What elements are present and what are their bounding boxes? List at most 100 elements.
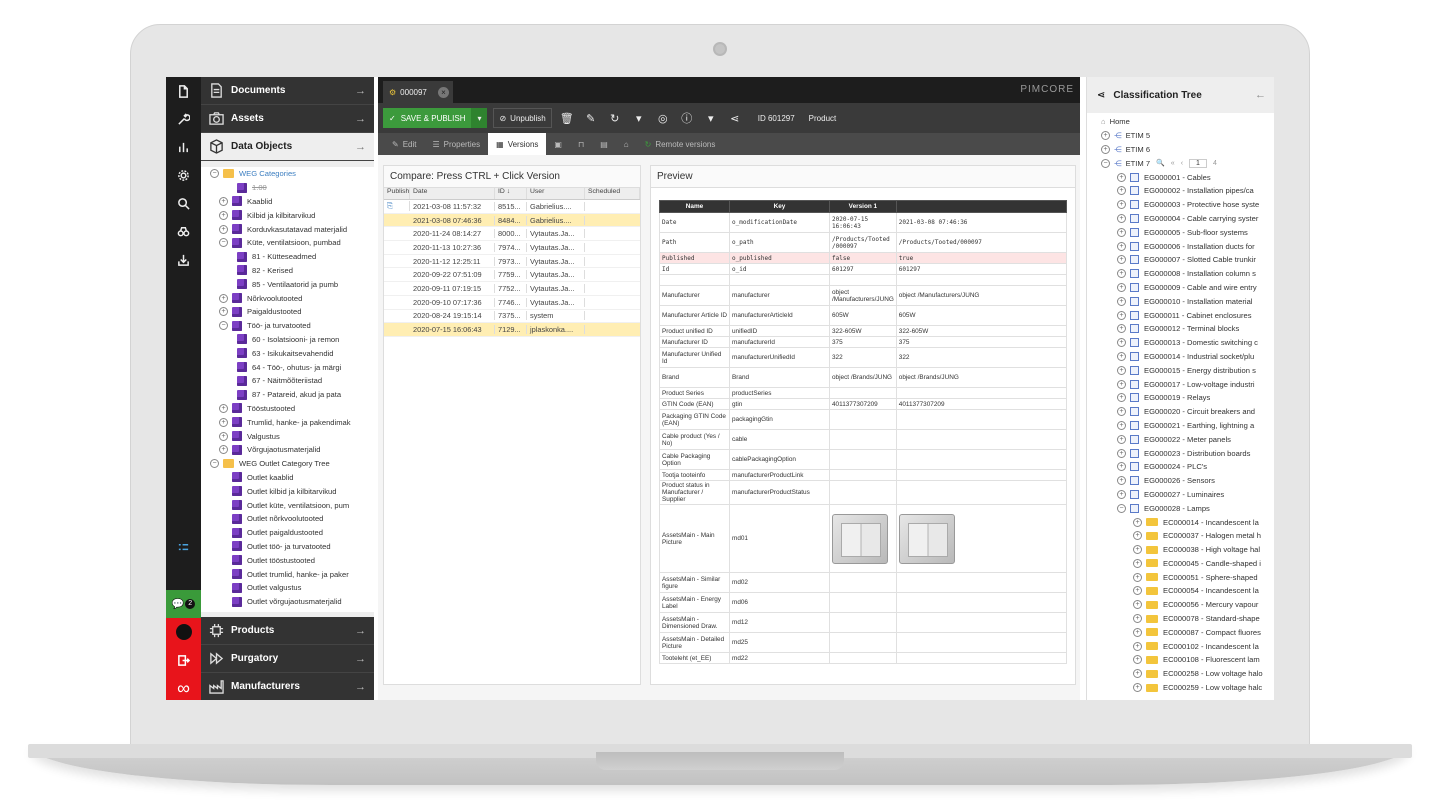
locate-icon[interactable]: ◎ [654,108,672,128]
expand-icon[interactable]: + [1117,338,1126,348]
collapse-icon[interactable]: − [210,169,219,179]
expand-icon[interactable]: + [1117,351,1126,361]
tree-node-weg-outlet[interactable]: − WEG Outlet Category Tree [201,457,374,471]
prev-page-icon[interactable]: ‹ [1181,160,1183,167]
collapse-icon[interactable]: − [219,238,228,248]
expand-icon[interactable]: + [219,431,228,441]
expand-icon[interactable]: + [219,224,228,234]
tree-node[interactable]: Outlet nõrkvoolutooted [201,512,374,526]
gear-icon[interactable] [166,161,201,189]
tree-node[interactable]: − Küte, ventilatsioon, pumbad [201,236,374,250]
column-header[interactable]: Date [410,188,495,199]
tree-node-group[interactable]: + EG000020 - Circuit breakers and [1087,405,1269,419]
chat-button[interactable]: 💬 2 [166,590,201,618]
expand-icon[interactable]: + [1117,310,1126,320]
tree-node-class[interactable]: + EC000259 - Low voltage halc [1087,681,1269,695]
expand-icon[interactable]: + [1117,296,1126,306]
wrench-icon[interactable] [166,105,201,133]
tree-node[interactable]: 87 - Patareid, akud ja pata [201,388,374,402]
first-page-icon[interactable]: « [1171,160,1175,167]
tree-node[interactable]: 60 - Isolatsiooni- ja remon [201,333,374,347]
column-header[interactable]: Scheduled [585,188,640,199]
tree-node-class[interactable]: + EC000102 - Incandescent la [1087,639,1269,653]
tree-node[interactable]: Outlet küte, ventilatsioon, pum [201,498,374,512]
table-row[interactable]: ⎘ 2021-03-08 11:57:32 8515... Gabrielius...… [384,200,640,214]
tree-node[interactable]: Outlet tööstustooted [201,553,374,567]
tree-node-group[interactable]: + EG000026 - Sensors [1087,474,1269,488]
expand-icon[interactable]: + [1117,462,1126,472]
tree-node-group[interactable]: + EG000024 - PLC's [1087,460,1269,474]
tree-node[interactable]: + Võrgujaotusmaterjalid [201,443,374,457]
tree-node[interactable]: 67 - Näitmõõteriistad [201,374,374,388]
expand-icon[interactable]: + [1133,683,1142,693]
table-row[interactable]: 2020-07-15 16:06:43 7129... jplaskonka.... [384,323,640,337]
tab-edit[interactable]: ✎ Edit [384,133,425,155]
tree-node[interactable]: 1.00 [201,181,374,195]
unpublish-button[interactable]: ⊘ Unpublish [493,108,552,128]
products-accordion[interactable]: Products → [201,617,374,645]
tree-node-group[interactable]: + EG000013 - Domestic switching c [1087,336,1269,350]
tree-node[interactable]: Outlet töö- ja turvatooted [201,540,374,554]
assets-accordion[interactable]: Assets → [201,105,374,133]
tree-node[interactable]: + Paigaldustooted [201,305,374,319]
close-icon[interactable]: × [438,86,449,98]
tree-node[interactable]: Outlet kaablid [201,471,374,485]
info-icon[interactable]: ⓘ [678,108,696,128]
tree-node-group[interactable]: + EG000006 - Installation ducts for [1087,239,1269,253]
tree-node-group[interactable]: + EG000023 - Distribution boards [1087,446,1269,460]
tree-node-group[interactable]: + EG000003 - Protective hose syste [1087,198,1269,212]
rename-icon[interactable]: ✎ [582,108,600,128]
expand-icon[interactable]: + [1133,531,1142,541]
expand-icon[interactable]: + [1133,669,1142,679]
table-row[interactable]: 2021-03-08 07:46:36 8484... Gabrielius.... [384,213,640,228]
tree-node[interactable]: Outlet trumlid, hanke- ja paker [201,567,374,581]
column-header[interactable]: ID ↓ [495,188,527,199]
tree-node-group[interactable]: + EG000017 - Low-voltage industri [1087,377,1269,391]
delete-icon[interactable]: 🗑 [558,108,576,128]
tree-node-group[interactable]: + EG000007 - Slotted Cable trunkir [1087,253,1269,267]
tree-node-group[interactable]: + EG000005 - Sub-floor systems [1087,225,1269,239]
tree-node[interactable]: 81 - Kütteseadmed [201,250,374,264]
tree-node[interactable]: 63 - Isikukaitsevahendid [201,346,374,360]
tree-node[interactable]: + Tööstustooted [201,402,374,416]
tree-node-class[interactable]: + EC000014 - Incandescent la [1087,515,1269,529]
collapse-icon[interactable]: − [1117,503,1126,513]
expand-icon[interactable]: + [1117,213,1126,223]
tree-node-class[interactable]: + EC000078 - Standard-shape [1087,612,1269,626]
column-header[interactable]: User [527,188,585,199]
tree-node-class[interactable]: + EC000054 - Incandescent la [1087,584,1269,598]
tree-node[interactable]: + Kilbid ja kilbitarvikud [201,208,374,222]
expand-icon[interactable]: + [1133,627,1142,637]
tree-node-group[interactable]: + EG000004 - Cable carrying syster [1087,212,1269,226]
expand-icon[interactable]: + [1117,448,1126,458]
table-row[interactable]: 2020-08-24 19:15:14 7375... system [384,310,640,324]
tree-node[interactable]: + Nõrkvoolutooted [201,291,374,305]
binoculars-icon[interactable] [166,217,201,245]
expand-icon[interactable]: + [1101,131,1110,141]
expand-icon[interactable]: + [1117,282,1126,292]
expand-icon[interactable]: + [1117,255,1126,265]
expand-icon[interactable]: + [1117,476,1126,486]
object-tab[interactable]: ⚙ 000097 × [383,81,453,103]
tree-node-group[interactable]: + EG000015 - Energy distribution s [1087,363,1269,377]
expand-icon[interactable]: + [1133,558,1142,568]
tree-node-weg-categories[interactable]: − WEG Categories [201,167,374,181]
expand-icon[interactable]: + [1117,269,1126,279]
documents-accordion[interactable]: Documents → [201,77,374,105]
tree-node-group[interactable]: + EG000014 - Industrial socket/plu [1087,350,1269,364]
arrow-left-icon[interactable]: ← [1255,89,1266,101]
share-icon[interactable]: ⋖ [726,108,744,128]
tree-node-etim[interactable]: + ⋲ ETIM 5 [1087,129,1269,143]
tree-node-class[interactable]: + EC000108 - Fluorescent lam [1087,653,1269,667]
save-publish-button[interactable]: ✓ SAVE & PUBLISH [383,108,472,128]
expand-icon[interactable]: + [1117,200,1126,210]
expand-icon[interactable]: + [1133,614,1142,624]
expand-icon[interactable]: + [1117,407,1126,417]
table-row[interactable]: 2020-11-24 08:14:27 8000... Vytautas.Ja... [384,227,640,242]
tree-node[interactable]: + Valgustus [201,429,374,443]
page-input[interactable]: 1 [1189,158,1207,168]
tree-node-group[interactable]: + EG000027 - Luminaires [1087,488,1269,502]
expand-icon[interactable]: + [1117,186,1126,196]
tree-node-group[interactable]: + EG000011 - Cabinet enclosures [1087,308,1269,322]
tree-node-group[interactable]: + EG000009 - Cable and wire entry [1087,281,1269,295]
